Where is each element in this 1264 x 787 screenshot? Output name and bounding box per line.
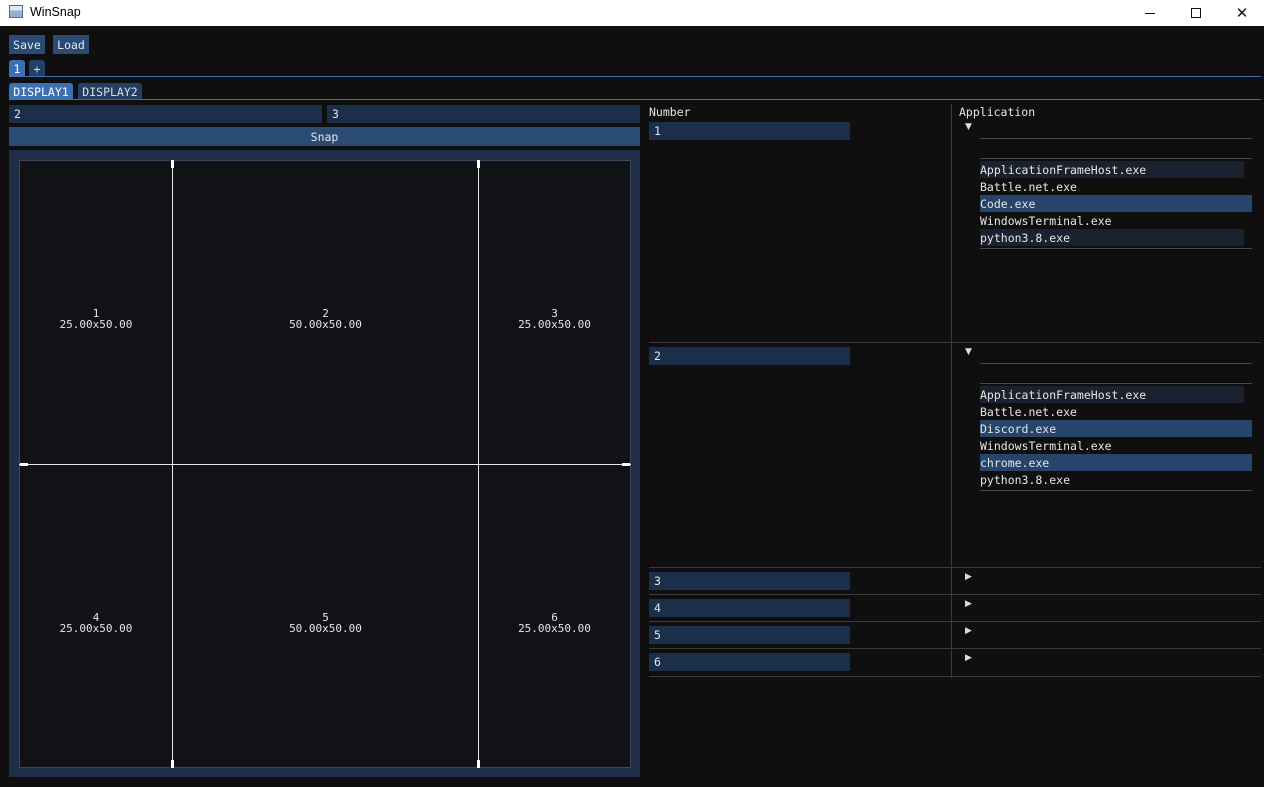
maximize-button[interactable] bbox=[1173, 0, 1219, 26]
save-button[interactable]: Save bbox=[9, 35, 45, 54]
collapsed-arrow-icon[interactable]: ▶ bbox=[965, 626, 972, 636]
window-title: WinSnap bbox=[30, 5, 81, 19]
rows-input[interactable]: 2 bbox=[9, 105, 322, 123]
number-input[interactable]: 1 bbox=[649, 122, 850, 140]
app-list-item[interactable]: chrome.exe bbox=[980, 454, 1252, 471]
collapsed-arrow-icon[interactable]: ▶ bbox=[965, 572, 972, 582]
expanded-arrow-icon[interactable]: ▼ bbox=[965, 122, 972, 132]
combo-separator bbox=[980, 138, 1252, 139]
list-bottom bbox=[980, 490, 1252, 491]
grid-cell: 4 25.00x50.00 bbox=[20, 612, 172, 634]
app-list-item[interactable]: Discord.exe bbox=[980, 420, 1252, 437]
row-separator bbox=[649, 567, 1261, 568]
app-list-item[interactable]: ApplicationFrameHost.exe bbox=[980, 161, 1244, 178]
app-list-item[interactable]: WindowsTerminal.exe bbox=[980, 437, 1244, 454]
cell-size: 25.00x50.00 bbox=[59, 622, 133, 635]
cell-size: 50.00x50.00 bbox=[289, 318, 362, 331]
grid-cell: 2 50.00x50.00 bbox=[173, 308, 478, 330]
combo-separator bbox=[980, 383, 1252, 384]
grid-cell: 1 25.00x50.00 bbox=[20, 308, 172, 330]
number-input[interactable]: 4 bbox=[649, 599, 850, 617]
app-list-item[interactable]: python3.8.exe bbox=[980, 471, 1244, 488]
expanded-arrow-icon[interactable]: ▼ bbox=[965, 347, 972, 357]
splitter-handle[interactable] bbox=[477, 160, 480, 168]
collapsed-arrow-icon[interactable]: ▶ bbox=[965, 653, 972, 663]
minimize-button[interactable] bbox=[1127, 0, 1173, 26]
horizontal-splitter[interactable] bbox=[19, 464, 631, 465]
splitter-handle[interactable] bbox=[171, 760, 174, 768]
maximize-icon bbox=[1191, 8, 1201, 18]
row-separator bbox=[649, 594, 1261, 595]
cell-size: 25.00x50.00 bbox=[59, 318, 133, 331]
cell-size: 50.00x50.00 bbox=[289, 622, 362, 635]
row-separator bbox=[649, 342, 1261, 343]
app-list-item[interactable]: Code.exe bbox=[980, 195, 1252, 212]
collapsed-arrow-icon[interactable]: ▶ bbox=[965, 599, 972, 609]
splitter-handle[interactable] bbox=[20, 463, 28, 466]
title-bar: WinSnap ✕ bbox=[0, 0, 1264, 26]
column-header-number: Number bbox=[649, 105, 691, 119]
row-separator bbox=[649, 648, 1261, 649]
column-header-application: Application bbox=[959, 105, 1036, 119]
splitter-handle[interactable] bbox=[622, 463, 630, 466]
combo-separator bbox=[980, 363, 1252, 364]
display-tab-underline bbox=[9, 99, 1261, 100]
grid-cell: 3 25.00x50.00 bbox=[479, 308, 630, 330]
cell-size: 25.00x50.00 bbox=[518, 318, 591, 331]
cols-input[interactable]: 3 bbox=[327, 105, 640, 123]
row-separator bbox=[649, 621, 1261, 622]
app-list-item[interactable]: Battle.net.exe bbox=[980, 403, 1244, 420]
grid-cell: 6 25.00x50.00 bbox=[479, 612, 630, 634]
app-list-item[interactable]: ApplicationFrameHost.exe bbox=[980, 386, 1244, 403]
combo-separator bbox=[980, 158, 1252, 159]
app-list-item[interactable]: Battle.net.exe bbox=[980, 178, 1244, 195]
minimize-icon bbox=[1145, 12, 1155, 14]
tab-display2[interactable]: DISPLAY2 bbox=[78, 83, 142, 100]
number-input[interactable]: 5 bbox=[649, 626, 850, 644]
column-divider bbox=[951, 104, 952, 678]
tab-layout-1[interactable]: 1 bbox=[9, 60, 25, 77]
row-separator bbox=[649, 676, 1261, 677]
number-input[interactable]: 6 bbox=[649, 653, 850, 671]
tab-display1[interactable]: DISPLAY1 bbox=[9, 83, 73, 100]
app-list-item[interactable]: python3.8.exe bbox=[980, 229, 1244, 246]
cell-size: 25.00x50.00 bbox=[518, 622, 591, 635]
list-bottom bbox=[980, 248, 1252, 249]
splitter-handle[interactable] bbox=[171, 160, 174, 168]
add-tab-button[interactable]: + bbox=[29, 60, 45, 77]
app-list-item[interactable]: WindowsTerminal.exe bbox=[980, 212, 1244, 229]
tab-underline bbox=[9, 76, 1261, 77]
app-icon bbox=[9, 5, 23, 18]
grid-cell: 5 50.00x50.00 bbox=[173, 612, 478, 634]
number-input[interactable]: 2 bbox=[649, 347, 850, 365]
splitter-handle[interactable] bbox=[477, 760, 480, 768]
number-input[interactable]: 3 bbox=[649, 572, 850, 590]
snap-button[interactable]: Snap bbox=[9, 127, 640, 146]
close-button[interactable]: ✕ bbox=[1219, 0, 1264, 26]
load-button[interactable]: Load bbox=[53, 35, 89, 54]
close-icon: ✕ bbox=[1235, 4, 1249, 22]
